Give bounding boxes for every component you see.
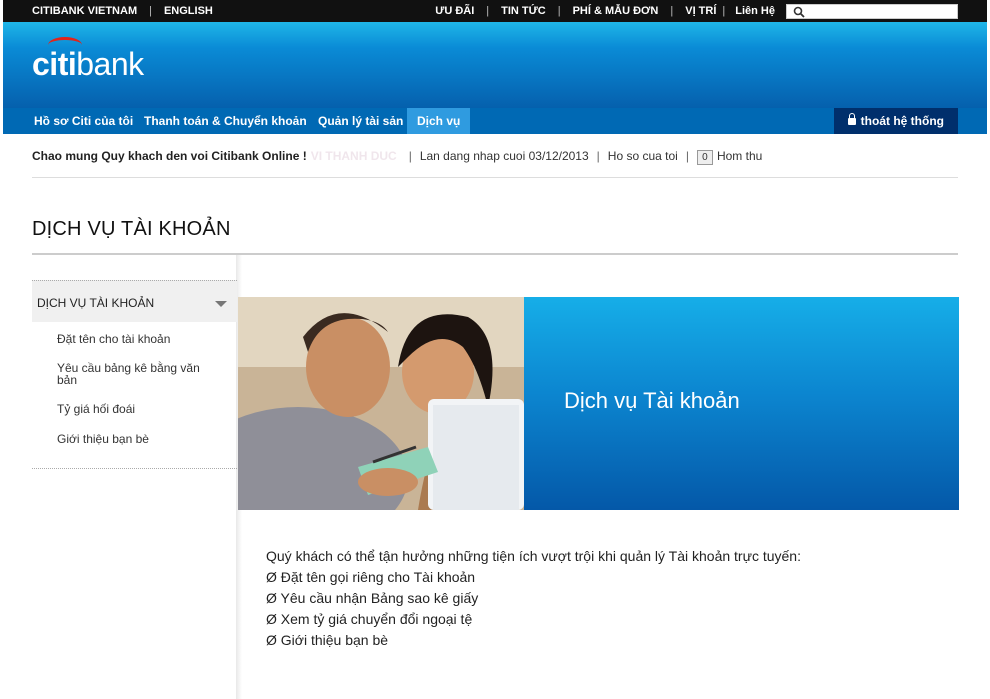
- nav-item-payments-transfers[interactable]: Thanh toán & Chuyển khoản: [134, 108, 317, 134]
- welcome-text: Chao mung Quy khach den voi Citibank Onl…: [32, 149, 307, 163]
- content-bullet: Ø Yêu cầu nhận Bảng sao kê giấy: [266, 590, 479, 606]
- header-banner: citibank: [3, 22, 987, 108]
- sidebar-divider: [32, 468, 237, 469]
- content-bullet: Ø Đặt tên gọi riêng cho Tài khoản: [266, 569, 476, 585]
- search-box[interactable]: [786, 4, 958, 19]
- sidebar-item-exchange-rate[interactable]: Tỷ giá hối đoái: [57, 403, 217, 415]
- chevron-down-icon: [215, 301, 227, 307]
- mail-count-badge: 0: [696, 150, 713, 165]
- logout-button[interactable]: thoát hệ thống: [833, 108, 958, 134]
- last-login-text: Lan dang nhap cuoi 03/12/2013: [419, 149, 589, 163]
- sidebar: DỊCH VỤ TÀI KHOẢN Đặt tên cho tài khoản …: [32, 280, 237, 445]
- sidebar-item-paper-statement[interactable]: Yêu cầu bảng kê bằng văn bản: [57, 362, 217, 386]
- title-divider: [32, 253, 958, 255]
- content-bullet: Ø Giới thiệu bạn bè: [266, 632, 389, 648]
- nav-item-services[interactable]: Dịch vụ: [407, 108, 471, 134]
- search-input[interactable]: [809, 5, 957, 18]
- logo-arc-icon: [48, 37, 82, 53]
- couple-image: [238, 297, 524, 510]
- nav-item-my-citi-profile[interactable]: Hồ sơ Citi của tôi: [24, 108, 143, 134]
- content-block: Quý khách có thể tận hưởng những tiện íc…: [266, 546, 801, 651]
- lock-icon: [847, 113, 856, 125]
- my-profile-link[interactable]: Ho so cua toi: [608, 149, 678, 163]
- hero-title: Dịch vụ Tài khoản: [564, 388, 740, 413]
- topbar-link-contact[interactable]: Liên Hệ: [735, 5, 775, 17]
- content-bullet: Ø Xem tỷ giá chuyển đổi ngoại tệ: [266, 611, 473, 627]
- main-nav: Hồ sơ Citi của tôi Thanh toán & Chuyển k…: [3, 108, 987, 134]
- inbox-link[interactable]: Hom thu: [717, 149, 762, 163]
- hero-panel: Dịch vụ Tài khoản: [524, 297, 959, 510]
- sidebar-section-header[interactable]: DỊCH VỤ TÀI KHOẢN: [32, 280, 237, 322]
- hero-photo: [238, 297, 524, 510]
- topbar-link-locations[interactable]: VỊ TRÍ: [685, 5, 716, 17]
- citibank-logo[interactable]: citibank: [32, 37, 144, 83]
- search-icon[interactable]: [793, 6, 805, 18]
- page-title: DỊCH VỤ TÀI KHOẢN: [32, 218, 231, 240]
- sidebar-heading: DỊCH VỤ TÀI KHOẢN: [37, 296, 155, 310]
- sidebar-items: Đặt tên cho tài khoản Yêu cầu bảng kê bằ…: [32, 322, 237, 445]
- sidebar-item-refer-friends[interactable]: Giới thiệu bạn bè: [57, 433, 217, 445]
- content-intro: Quý khách có thể tận hưởng những tiện íc…: [266, 548, 801, 564]
- topbar-link-fees-forms[interactable]: PHÍ & MẪU ĐƠN: [573, 5, 659, 17]
- topbar-link-offers[interactable]: ƯU ĐÃI: [435, 5, 474, 17]
- english-link[interactable]: ENGLISH: [164, 5, 213, 17]
- sidebar-item-name-account[interactable]: Đặt tên cho tài khoản: [57, 333, 217, 345]
- topbar-links: ƯU ĐÃI | TIN TỨC | PHÍ & MẪU ĐƠN | VỊ TRÍ | Liên…: [435, 5, 775, 17]
- topbar-link-news[interactable]: TIN TỨC: [501, 5, 546, 17]
- topbar-left: CITIBANK VIETNAM | ENGLISH: [32, 5, 213, 17]
- customer-name: VI THANH DUC: [310, 149, 397, 163]
- divider: [32, 177, 958, 178]
- brand-link[interactable]: CITIBANK VIETNAM: [32, 5, 137, 17]
- hero-banner: Dịch vụ Tài khoản: [238, 297, 959, 510]
- status-line: Chao mung Quy khach den voi Citibank Onl…: [32, 149, 763, 165]
- nav-item-wealth-management[interactable]: Quản lý tài sản: [308, 108, 413, 134]
